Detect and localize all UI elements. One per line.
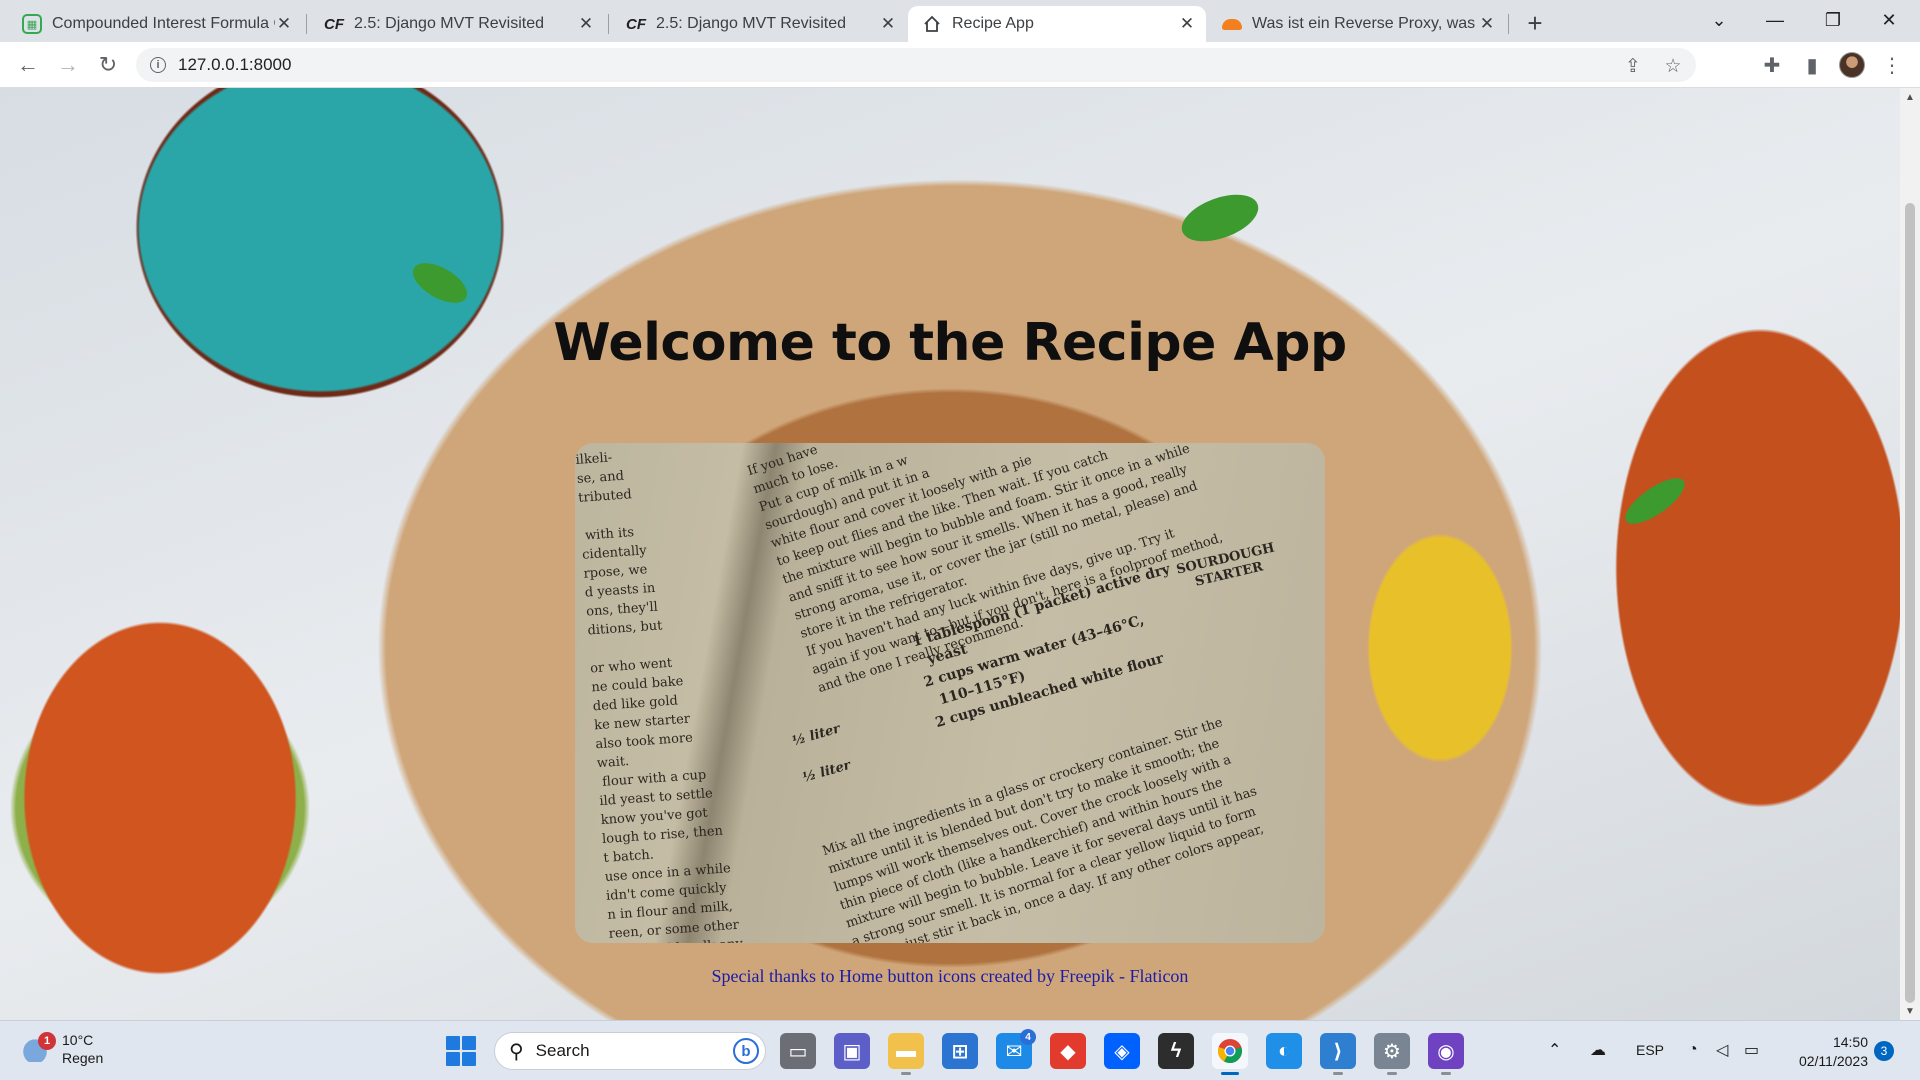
file-explorer-icon[interactable]: ▬ bbox=[888, 1033, 924, 1075]
weather-description: Regen bbox=[62, 1050, 104, 1066]
bookmark-star-icon[interactable]: ☆ bbox=[1662, 55, 1684, 77]
tab-title: Was ist ein Reverse Proxy, was is bbox=[1252, 15, 1478, 32]
system-clock[interactable]: 14:50 02/11/2023 bbox=[1778, 1033, 1868, 1071]
weather-alert-badge: 1 bbox=[38, 1032, 56, 1050]
forward-button[interactable]: → bbox=[52, 49, 84, 81]
new-tab-button[interactable]: + bbox=[1520, 8, 1550, 38]
battery-icon[interactable]: ▭ bbox=[1744, 1039, 1759, 1061]
tab-recipe-app[interactable]: Recipe App ✕ bbox=[908, 6, 1206, 42]
tab-separator bbox=[306, 14, 307, 34]
task-view-icon[interactable]: ▭ bbox=[780, 1033, 816, 1069]
start-button[interactable] bbox=[446, 1036, 476, 1066]
vscode-icon[interactable]: ⟩ bbox=[1320, 1033, 1356, 1075]
scroll-down-arrow-icon[interactable]: ▼ bbox=[1900, 1002, 1920, 1020]
back-button[interactable]: ← bbox=[12, 49, 44, 81]
tab-search-chevron-icon[interactable]: ⌄ bbox=[1696, 0, 1742, 40]
chevron-up-icon[interactable]: ⌃ bbox=[1548, 1039, 1561, 1061]
edge-beta-icon[interactable]: ◐ bbox=[1266, 1033, 1302, 1069]
tab-compound-interest[interactable]: ▦ Compounded Interest Formula C ✕ bbox=[8, 6, 303, 42]
close-icon[interactable]: ✕ bbox=[1478, 14, 1496, 33]
volume-icon[interactable]: ◁ bbox=[1716, 1039, 1728, 1061]
tab-title: Compounded Interest Formula C bbox=[52, 15, 275, 32]
red-diamond-app-icon[interactable]: ◆ bbox=[1050, 1033, 1086, 1069]
tab-title: 2.5: Django MVT Revisited bbox=[656, 15, 847, 32]
dropbox-icon[interactable]: ◈ bbox=[1104, 1033, 1140, 1069]
browser-toolbar: ← → ↻ i 127.0.0.1:8000 ⇪ ☆ ✚ ▮ ⋮ bbox=[0, 42, 1920, 88]
clock-time: 14:50 bbox=[1832, 1034, 1868, 1050]
onedrive-cloud-icon[interactable]: ☁ bbox=[1590, 1039, 1606, 1061]
tab-title: 2.5: Django MVT Revisited bbox=[354, 15, 545, 32]
url-text[interactable]: 127.0.0.1:8000 bbox=[178, 55, 291, 75]
close-window-button[interactable]: ✕ bbox=[1866, 0, 1912, 40]
wifi-icon[interactable]: ◔ bbox=[1688, 1039, 1698, 1061]
page-scrollbar[interactable]: ▲ ▼ bbox=[1900, 88, 1920, 1020]
weather-temperature: 10°C bbox=[62, 1032, 94, 1048]
reload-button[interactable]: ↻ bbox=[92, 49, 124, 81]
search-icon: ⚲ bbox=[509, 1040, 524, 1063]
share-icon[interactable]: ⇪ bbox=[1622, 55, 1644, 77]
recipe-book-image: ilkeli- se, and tributed with its cident… bbox=[575, 443, 1325, 943]
address-bar[interactable]: i 127.0.0.1:8000 ⇪ ☆ bbox=[136, 48, 1696, 82]
microsoft-store-icon[interactable]: ⊞ bbox=[942, 1033, 978, 1069]
home-icon bbox=[922, 14, 942, 34]
menu-dots-icon[interactable]: ⋮ bbox=[1878, 51, 1906, 79]
settings-gear-icon[interactable]: ⚙ bbox=[1374, 1033, 1410, 1075]
tab-title: Recipe App bbox=[952, 15, 1034, 32]
close-icon[interactable]: ✕ bbox=[879, 14, 897, 33]
cloudflare-icon bbox=[1222, 14, 1242, 34]
taskbar-search-box[interactable]: ⚲ Search b bbox=[494, 1032, 766, 1070]
close-icon[interactable]: ✕ bbox=[1178, 14, 1196, 33]
decorative-herb bbox=[406, 255, 474, 311]
scrollbar-thumb[interactable] bbox=[1905, 203, 1915, 1003]
teams-chat-icon[interactable]: ▣ bbox=[834, 1033, 870, 1069]
tab-django-mvt-1[interactable]: CF 2.5: Django MVT Revisited ✕ bbox=[310, 6, 605, 42]
close-icon[interactable]: ✕ bbox=[275, 14, 293, 33]
book-left-page-text: ilkeli- se, and tributed with its cident… bbox=[575, 450, 743, 943]
profile-avatar[interactable] bbox=[1838, 51, 1866, 79]
mail-icon[interactable]: ✉ 4 bbox=[996, 1029, 1036, 1069]
page-title: Welcome to the Recipe App bbox=[553, 313, 1347, 373]
calculator-icon: ▦ bbox=[22, 14, 42, 34]
restore-button[interactable]: ❐ bbox=[1810, 0, 1856, 40]
book-method-text: Mix all the ingredients in a glass or cr… bbox=[820, 715, 1266, 943]
weather-widget[interactable]: 1 10°C Regen bbox=[20, 1031, 103, 1067]
browser-tab-strip: ▦ Compounded Interest Formula C ✕ CF 2.5… bbox=[0, 0, 1920, 42]
careerfoundry-icon: CF bbox=[324, 15, 344, 33]
page-viewport: Welcome to the Recipe App ilkeli- se, an… bbox=[0, 88, 1900, 1020]
tab-separator bbox=[608, 14, 609, 34]
clock-date: 02/11/2023 bbox=[1798, 1053, 1868, 1069]
notification-badge[interactable]: 3 bbox=[1874, 1041, 1894, 1061]
language-indicator[interactable]: ESP bbox=[1636, 1039, 1664, 1061]
decorative-herb bbox=[1175, 185, 1265, 251]
book-measures-text: ½ liter ½ liter bbox=[790, 721, 853, 786]
credits-link[interactable]: Special thanks to Home button icons crea… bbox=[0, 966, 1900, 987]
info-icon[interactable]: i bbox=[150, 57, 166, 73]
extensions-puzzle-icon[interactable]: ✚ bbox=[1758, 51, 1786, 79]
scroll-up-arrow-icon[interactable]: ▲ bbox=[1900, 88, 1920, 106]
windows-taskbar: 1 10°C Regen ⚲ Search b ▭ ▣ ▬ ⊞ ✉ 4 ◆ ◈ ϟ… bbox=[0, 1020, 1920, 1080]
chrome-icon[interactable] bbox=[1212, 1033, 1248, 1075]
search-placeholder: Search bbox=[535, 1041, 590, 1060]
side-panel-icon[interactable]: ▮ bbox=[1798, 51, 1826, 79]
decorative-herb bbox=[1618, 470, 1692, 532]
minimize-button[interactable]: — bbox=[1752, 0, 1798, 40]
github-desktop-icon[interactable]: ◉ bbox=[1428, 1033, 1464, 1075]
close-icon[interactable]: ✕ bbox=[577, 14, 595, 33]
lightning-app-icon[interactable]: ϟ bbox=[1158, 1033, 1194, 1069]
rain-cloud-icon: 1 bbox=[20, 1032, 56, 1062]
tab-reverse-proxy[interactable]: Was ist ein Reverse Proxy, was is ✕ bbox=[1208, 6, 1506, 42]
mail-badge: 4 bbox=[1020, 1029, 1036, 1045]
tab-separator bbox=[1508, 14, 1509, 34]
bing-icon[interactable]: b bbox=[733, 1038, 759, 1064]
careerfoundry-icon: CF bbox=[626, 15, 646, 33]
tab-django-mvt-2[interactable]: CF 2.5: Django MVT Revisited ✕ bbox=[612, 6, 907, 42]
